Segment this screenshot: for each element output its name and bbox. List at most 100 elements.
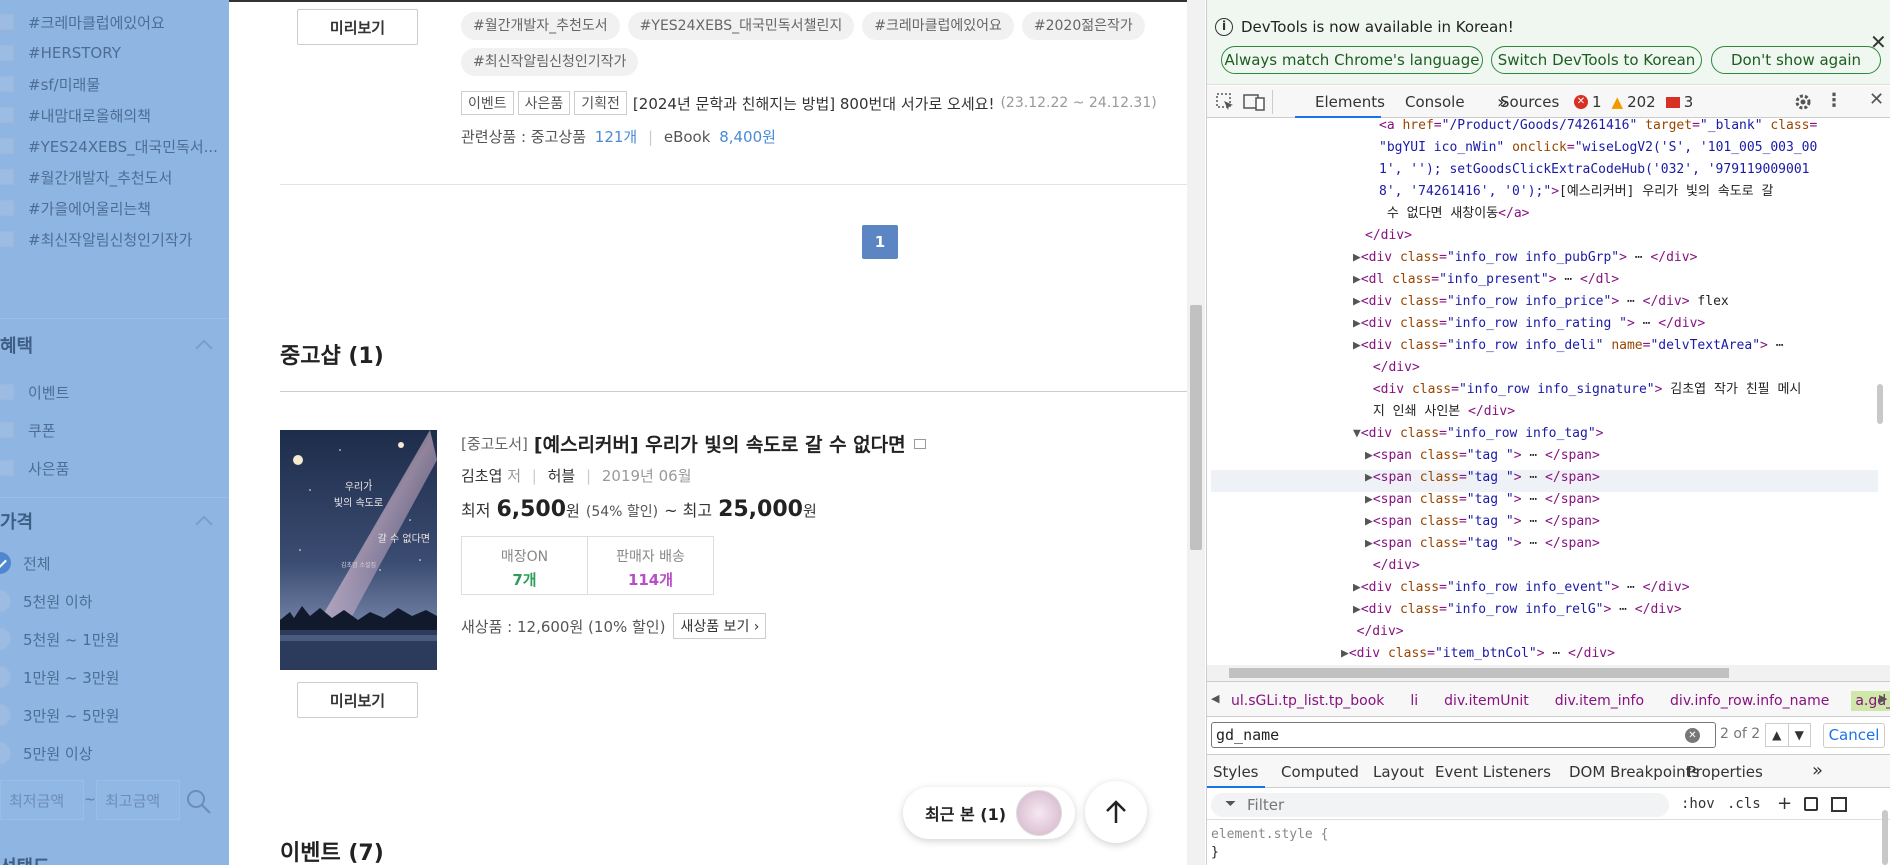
styles-tab[interactable]: DOM Breakpoints <box>1569 763 1699 781</box>
styles-tab[interactable]: Computed <box>1281 763 1359 781</box>
styles-tab[interactable]: Styles <box>1213 763 1259 781</box>
benefit-filter-item[interactable]: 쿠폰 <box>0 418 56 442</box>
view-new-product-button[interactable]: 새상품 보기 › <box>673 613 767 639</box>
dom-node-line[interactable]: ▶<span class="tag "> ⋯ </span> <box>1365 467 1600 489</box>
checkbox-icon[interactable] <box>0 107 14 123</box>
checkbox-icon[interactable] <box>0 138 14 154</box>
recently-viewed-button[interactable]: 최근 본 (1) <box>903 787 1075 839</box>
tag-filter-item[interactable]: #HERSTORY <box>0 41 121 65</box>
dom-node-line[interactable]: 8', '74261416', '0');">[예스리커버] 우리가 빛의 속도… <box>1379 181 1773 203</box>
clear-search-icon[interactable]: ✕ <box>1685 728 1700 743</box>
dom-node-line[interactable]: </div> <box>1365 555 1420 577</box>
preview-button[interactable]: 미리보기 <box>297 9 418 45</box>
breadcrumb-item[interactable]: li <box>1406 691 1422 711</box>
element-state-icon[interactable] <box>1804 797 1818 811</box>
preview-button[interactable]: 미리보기 <box>297 682 418 718</box>
styles-tab[interactable]: Properties <box>1687 763 1763 781</box>
checkbox-icon[interactable] <box>0 384 14 400</box>
price-filter-item[interactable]: 1만원 ~ 3만원 <box>0 665 119 689</box>
tag-filter-item[interactable]: #크레마클럽에있어요 <box>0 10 165 34</box>
always-match-language-button[interactable]: Always match Chrome's language <box>1221 46 1483 74</box>
checkbox-icon[interactable] <box>0 45 14 61</box>
devtools-tab-sources[interactable]: Sources <box>1500 86 1559 118</box>
dom-node-line[interactable]: ▶<dl class="info_present"> ⋯ </dl> <box>1353 269 1619 291</box>
price-filter-item[interactable]: 5천원 ~ 1만원 <box>0 627 119 651</box>
pagination-page-1[interactable]: 1 <box>862 225 898 259</box>
new-style-rule-icon[interactable]: + <box>1777 793 1792 814</box>
styles-scrollbar-thumb[interactable] <box>1882 810 1888 865</box>
dom-node-line[interactable]: ▶<div class="info_row info_deli" name="d… <box>1353 335 1784 357</box>
tag-filter-item[interactable]: #내맘대로올해의책 <box>0 103 151 127</box>
price-filter-item[interactable]: 5만원 이상 <box>0 741 93 765</box>
new-window-icon[interactable] <box>913 438 926 449</box>
tag-filter-item[interactable]: #가을에어울리는책 <box>0 196 151 220</box>
price-filter-item[interactable]: 3만원 ~ 5만원 <box>0 703 119 727</box>
dom-node-line[interactable]: ▶<span class="tag "> ⋯ </span> <box>1365 533 1600 555</box>
issues-counters[interactable]: ✕ 1 ▲ 202 3 <box>1574 93 1693 111</box>
class-toggle-button[interactable]: .cls <box>1727 796 1761 812</box>
search-box[interactable]: gd_name <box>1211 722 1716 748</box>
close-devtools-icon[interactable]: ✕ <box>1869 89 1884 110</box>
settings-gear-icon[interactable] <box>1793 92 1813 112</box>
dom-node-line[interactable]: ▶<div class="info_row info_price"> ⋯ </d… <box>1353 291 1729 313</box>
dom-node-line[interactable]: ▶<div class="info_row info_pubGrp"> ⋯ </… <box>1353 247 1697 269</box>
benefit-filter-item[interactable]: 이벤트 <box>0 380 69 404</box>
dom-node-line[interactable]: 1', ''); setGoodsClickExtraCodeHub('032'… <box>1379 159 1809 181</box>
hashtag-chip[interactable]: #2020젊은작가 <box>1021 12 1145 40</box>
cancel-search-button[interactable]: Cancel <box>1823 723 1885 748</box>
search-icon[interactable] <box>185 788 213 816</box>
hashtag-chip[interactable]: #크레마클럽에있어요 <box>862 12 1014 40</box>
devtools-tab-elements[interactable]: Elements <box>1315 86 1385 118</box>
search-next-icon[interactable]: ▼ <box>1789 724 1811 746</box>
tag-filter-item[interactable]: #최신작알림신청인기작가 <box>0 227 192 251</box>
max-price-input[interactable]: 최고금액 <box>96 780 180 820</box>
device-toolbar-icon[interactable] <box>1243 92 1265 112</box>
element-style-rule[interactable]: element.style { } <box>1211 826 1328 862</box>
tag-filter-item[interactable]: #YES24XEBS_대국민독서... <box>0 134 218 158</box>
dom-node-line[interactable]: <a href="/Product/Goods/74261416" target… <box>1379 119 1817 137</box>
search-prev-icon[interactable]: ▲ <box>1766 724 1789 746</box>
radio-icon[interactable] <box>0 628 11 650</box>
radio-icon[interactable] <box>0 552 11 574</box>
radio-icon[interactable] <box>0 742 11 764</box>
dont-show-again-button[interactable]: Don't show again <box>1711 46 1881 74</box>
seller-stock[interactable]: 판매자 배송 114개 <box>588 537 713 594</box>
dom-node-line[interactable]: ▶<div class="info_row info_relG"> ⋯ </di… <box>1353 599 1682 621</box>
benefit-filter-item[interactable]: 사은품 <box>0 456 69 480</box>
devtools-tab-console[interactable]: Console <box>1405 86 1465 118</box>
more-style-tabs-icon[interactable]: » <box>1812 760 1823 781</box>
benefits-section-header[interactable]: 혜택 <box>0 332 213 358</box>
breadcrumb-item[interactable]: ul.sGLi.tp_list.tp_book <box>1227 691 1388 711</box>
dom-node-line[interactable]: ▼<div class="info_row info_tag"> <box>1353 423 1603 445</box>
toggle-sidebar-icon[interactable] <box>1831 797 1847 812</box>
dom-node-line[interactable]: "bgYUI ico_nWin" onclick="wiseLogV2('S',… <box>1379 137 1817 159</box>
event-link[interactable]: [2024년 문학과 친해지는 방법] 800번대 서가로 오세요! <box>633 93 995 114</box>
switch-to-korean-button[interactable]: Switch DevTools to Korean <box>1491 46 1702 74</box>
publisher-link[interactable]: 허블 <box>548 467 576 485</box>
hashtag-chip[interactable]: #최신작알림신청인기작가 <box>461 48 639 76</box>
styles-tab[interactable]: Layout <box>1373 763 1424 781</box>
search-input[interactable]: gd_name <box>1216 726 1279 744</box>
dom-node-line[interactable]: 지 인쇄 사인본 </div> <box>1365 401 1515 423</box>
dom-node-line[interactable]: </div> <box>1365 357 1420 379</box>
more-options-icon[interactable]: ⋮ <box>1825 90 1843 111</box>
tag-filter-item[interactable]: #sf/미래물 <box>0 72 100 96</box>
elements-tree[interactable]: <a href="/Product/Goods/74261416" target… <box>1207 119 1890 679</box>
hashtag-chip[interactable]: #YES24XEBS_대국민독서챌린지 <box>627 12 855 40</box>
checkbox-icon[interactable] <box>0 231 14 247</box>
checkbox-icon[interactable] <box>0 169 14 185</box>
page-scrollbar-thumb[interactable] <box>1190 305 1202 550</box>
dom-node-line[interactable]: ▶<span class="tag "> ⋯ </span> <box>1365 511 1600 533</box>
book-title-link[interactable]: [예스리커버] 우리가 빛의 속도로 갈 수 없다면 <box>534 430 906 457</box>
checkbox-icon[interactable] <box>0 14 14 30</box>
dom-node-line[interactable]: 수 없다면 새창이동</a> <box>1379 203 1530 225</box>
store-stock[interactable]: 매장ON 7개 <box>462 537 588 594</box>
checkbox-icon[interactable] <box>0 422 14 438</box>
dom-node-line[interactable]: </div> <box>1341 621 1404 643</box>
styles-filter-input[interactable]: ⏷ Filter <box>1211 793 1669 817</box>
dom-node-line[interactable]: ▶<span class="tag "> ⋯ </span> <box>1365 489 1600 511</box>
checkbox-icon[interactable] <box>0 460 14 476</box>
page-scrollbar[interactable] <box>1187 0 1205 865</box>
dom-node-line[interactable]: <div class="info_row info_signature"> 김초… <box>1365 379 1802 401</box>
radio-icon[interactable] <box>0 666 11 688</box>
